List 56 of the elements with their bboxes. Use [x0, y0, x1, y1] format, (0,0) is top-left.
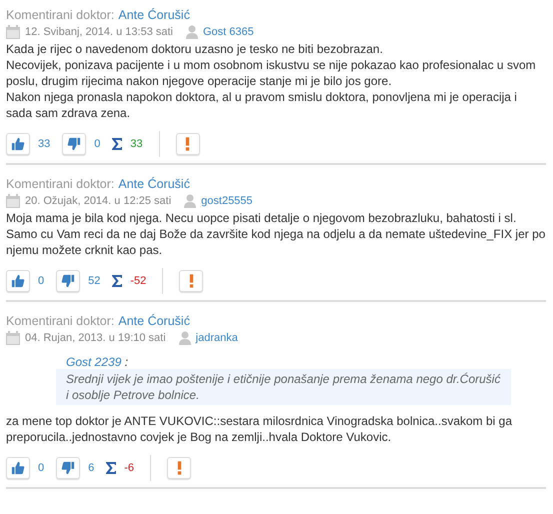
author-link[interactable]: jadranka [196, 332, 238, 344]
sum-icon [112, 138, 122, 150]
doctor-label: Komentirani doktor: [6, 8, 114, 22]
dislike-count: 0 [94, 138, 100, 150]
like-button[interactable] [6, 457, 30, 479]
dislike-count: 52 [88, 275, 100, 287]
thumbs-down-icon [61, 274, 76, 288]
exclamation-icon [185, 137, 190, 151]
comment-text: Kada je rijec o navedenom doktoru uzasno je tesko ne biti bezobrazan. [6, 41, 384, 57]
user-icon [184, 194, 196, 208]
report-button[interactable] [176, 133, 200, 155]
like-count: 0 [38, 462, 44, 474]
quote-author: Gost 2239 [66, 355, 122, 369]
sum-icon [106, 462, 116, 474]
doctor-label: Komentirani doktor: [6, 177, 114, 191]
doctor-link[interactable]: Ante Ćorušić [118, 177, 190, 191]
vote-total: 33 [130, 138, 143, 150]
quote-separator: : [124, 355, 128, 369]
sum-icon [112, 275, 122, 287]
comment-date: 12. Svibanj, 2014. u 13:53 sati [25, 26, 173, 38]
user-icon [178, 331, 191, 345]
author-link[interactable]: gost25555 [201, 195, 253, 207]
thumbs-down-icon [61, 461, 76, 475]
comment-date: 20. Ožujak, 2014. u 12:25 sati [25, 195, 172, 207]
thumbs-up-icon [11, 274, 25, 288]
like-button[interactable] [6, 133, 30, 155]
doctor-link[interactable]: Ante Ćorušić [118, 314, 190, 328]
report-button[interactable] [179, 270, 204, 292]
comment-text: Necovijek, ponizava pacijente i u mom osobnom iskustvu se nije pokazao kao profesionalac u svom poslu, drugim rijecima nakon njegove operacije stanje mi je bilo jos gore. [6, 57, 537, 89]
report-button[interactable] [167, 457, 192, 479]
dislike-button[interactable] [56, 457, 80, 479]
doctor-label: Komentirani doktor: [6, 314, 114, 328]
thumbs-up-icon [11, 461, 25, 475]
comment-text: Nakon njega pronasla napokon doktora, al u pravom smislu doktora, ponovljena mi je operacija i sada sam zdrava zena. [6, 89, 518, 121]
thumbs-up-icon [11, 137, 25, 151]
dislike-count: 6 [88, 462, 94, 474]
comment-text: Moja mama je bila kod njega. Necu uopce pisati detalje o njegovom bezobrazluku, bahatosti i sl. Samo cu Vam reci da ne daj Bože da završite kod njega na odjelu a da nemate uštedevine_FIX jer po njemu možete crknit kao pas. [6, 210, 546, 258]
exclamation-icon [176, 461, 182, 475]
doctor-link[interactable]: Ante Ćorušić [118, 8, 190, 22]
vote-total: -6 [124, 462, 134, 474]
comment-date: 04. Rujan, 2013. u 19:10 sati [25, 332, 166, 344]
vote-total: -52 [130, 275, 146, 287]
comment-text: za mene top doktor je ANTE VUKOVIC::sestara milosrdnica Vinogradska bolnica..svakom bi ga preporucila..jednostavno covjek je Bog na zemlji..hvala Doktore Vukovic. [6, 413, 514, 445]
dislike-button[interactable] [56, 270, 80, 292]
calendar-icon [6, 25, 20, 39]
author-link[interactable]: Gost 6365 [203, 26, 254, 38]
like-count: 33 [38, 138, 50, 150]
like-button[interactable] [6, 270, 30, 292]
dislike-button[interactable] [62, 133, 86, 155]
thumbs-down-icon [67, 137, 82, 151]
calendar-icon [6, 194, 20, 208]
calendar-icon [6, 331, 20, 345]
like-count: 0 [38, 275, 44, 287]
user-icon [186, 25, 198, 39]
exclamation-icon [188, 274, 194, 288]
quote-text: Srednji vijek je imao poštenije i etičnije ponašanje prema ženama nego dr.Ćorušić i osoblje Petrove bolnice. [56, 369, 511, 405]
